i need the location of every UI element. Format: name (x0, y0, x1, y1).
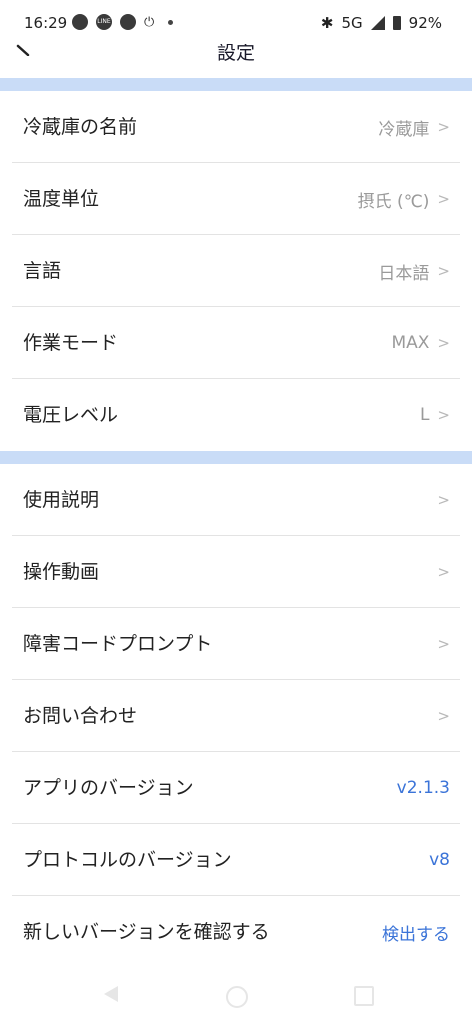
power-icon: ⏻ (144, 14, 155, 30)
status-right: ✱ 5G 92% (321, 14, 442, 32)
settings-group-support: 使用説明 > 操作動画 > 障害コードプロンプト > お問い合わせ > アプリの… (0, 464, 472, 968)
setting-check-update[interactable]: 新しいバージョンを確認する 検出する (12, 896, 460, 968)
chevron-right-icon: > (437, 334, 450, 352)
nav-recents-icon[interactable] (354, 986, 374, 1006)
setting-label: 障害コードプロンプト (23, 633, 213, 655)
setting-label: 冷蔵庫の名前 (23, 116, 138, 138)
chevron-right-icon: > (437, 118, 450, 136)
section-separator (0, 78, 472, 91)
setting-contact[interactable]: お問い合わせ > (12, 680, 460, 752)
notification-icons: LINE ⏻ (72, 14, 174, 30)
dot-icon (168, 19, 174, 25)
chat-icon (72, 14, 88, 30)
bluetooth-icon: ✱ (320, 14, 334, 32)
setting-instructions[interactable]: 使用説明 > (12, 464, 460, 536)
header: 設定 (0, 44, 472, 78)
line-icon: LINE (96, 14, 112, 30)
setting-temperature-unit[interactable]: 温度単位 摂氏 (℃) > (12, 163, 460, 235)
chevron-right-icon: > (437, 707, 450, 725)
setting-label: 新しいバージョンを確認する (23, 921, 270, 943)
check-update-button[interactable]: 検出する (382, 920, 450, 945)
setting-value: 冷蔵庫 (378, 119, 430, 140)
settings-group-device: 冷蔵庫の名前 冷蔵庫 > 温度単位 摂氏 (℃) > 言語 日本語 > 作業モー… (0, 91, 472, 451)
battery-percent: 92% (408, 14, 442, 32)
setting-label: 作業モード (23, 332, 119, 354)
status-bar: 16:29 LINE ⏻ ✱ 5G 92% (0, 0, 472, 44)
setting-label: お問い合わせ (23, 705, 138, 727)
setting-work-mode[interactable]: 作業モード MAX > (12, 307, 460, 379)
setting-fridge-name[interactable]: 冷蔵庫の名前 冷蔵庫 > (12, 91, 460, 163)
chevron-right-icon: > (437, 635, 450, 653)
setting-label: 温度単位 (23, 188, 100, 210)
setting-value: 日本語 (378, 263, 430, 284)
nav-home-icon[interactable] (226, 986, 248, 1008)
setting-label: 操作動画 (23, 561, 100, 583)
setting-voltage-level[interactable]: 電圧レベル L > (12, 379, 460, 451)
battery-icon (392, 16, 401, 30)
chevron-right-icon: > (437, 563, 450, 581)
setting-value: 摂氏 (℃) (357, 191, 430, 212)
setting-label: 言語 (23, 260, 62, 282)
setting-language[interactable]: 言語 日本語 > (12, 235, 460, 307)
setting-label: 使用説明 (23, 489, 100, 511)
setting-error-code-prompt[interactable]: 障害コードプロンプト > (12, 608, 460, 680)
page-title: 設定 (216, 44, 255, 64)
setting-app-version: アプリのバージョン v2.1.3 (12, 752, 460, 824)
system-nav-bar (0, 984, 472, 1024)
protocol-version-value: v8 (429, 850, 450, 870)
network-label: 5G (341, 14, 363, 32)
status-time: 16:29 (24, 14, 68, 32)
app-icon (120, 14, 136, 30)
setting-label: 電圧レベル (23, 404, 119, 426)
setting-label: アプリのバージョン (23, 777, 194, 799)
chevron-right-icon: > (437, 491, 450, 509)
section-separator (0, 451, 472, 464)
app-version-value: v2.1.3 (396, 778, 450, 798)
setting-value: L (419, 405, 430, 425)
chevron-right-icon: > (437, 406, 450, 424)
setting-operation-video[interactable]: 操作動画 > (12, 536, 460, 608)
setting-protocol-version: プロトコルのバージョン v8 (12, 824, 460, 896)
setting-label: プロトコルのバージョン (23, 849, 232, 871)
signal-icon (370, 16, 385, 30)
chevron-right-icon: > (437, 190, 450, 208)
setting-value: MAX (391, 333, 430, 353)
chevron-right-icon: > (437, 262, 450, 280)
nav-back-icon[interactable] (104, 986, 118, 1002)
